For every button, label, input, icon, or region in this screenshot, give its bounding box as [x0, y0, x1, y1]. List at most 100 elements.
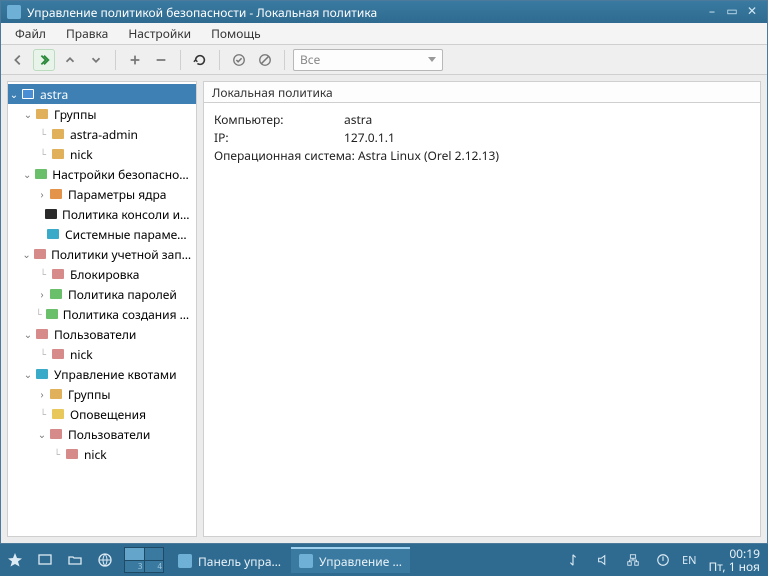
info-row-ip: IP: 127.0.1.1: [214, 129, 750, 147]
add-button[interactable]: [124, 49, 146, 71]
browser-button[interactable]: [90, 546, 120, 574]
toolbar-separator: [180, 50, 181, 70]
tree-twisty-icon[interactable]: ⌄: [22, 367, 34, 381]
tree-node[interactable]: └nick: [8, 444, 196, 464]
tree-node[interactable]: ⌄ Группы: [8, 104, 196, 124]
tree-node[interactable]: ⌄Политики учетной записи: [8, 244, 196, 264]
menu-settings[interactable]: Настройки: [118, 23, 201, 44]
toolbar: Все: [1, 45, 767, 75]
collapse-button[interactable]: [59, 49, 81, 71]
workspace-1[interactable]: [125, 548, 144, 560]
nav-forward-button[interactable]: [33, 49, 55, 71]
tree-node[interactable]: ›Параметры ядра: [8, 184, 196, 204]
maximize-button[interactable]: ▭: [723, 4, 741, 20]
task-label: Панель упра…: [198, 553, 281, 570]
tree-orange-icon: [48, 187, 64, 201]
tree-green-icon: [48, 287, 64, 301]
workspace-3[interactable]: 3: [125, 561, 144, 573]
tree-node-label: nick: [84, 446, 107, 463]
tree-connector: └: [36, 407, 50, 421]
filter-combo[interactable]: Все: [293, 49, 443, 71]
show-desktop-button[interactable]: [30, 546, 60, 574]
tree-twisty-icon[interactable]: ⌄: [22, 107, 34, 121]
nav-back-button[interactable]: [7, 49, 29, 71]
filter-combo-value: Все: [300, 51, 320, 68]
tree-twisty-icon[interactable]: ›: [36, 187, 48, 201]
tree-node-label: Группы: [54, 106, 96, 123]
expand-button[interactable]: [85, 49, 107, 71]
tree-node[interactable]: └nick: [8, 144, 196, 164]
info-row-os: Операционная система: Astra Linux (Orel …: [214, 147, 750, 165]
tree-twisty-icon[interactable]: ⌄: [36, 427, 48, 441]
workspace-2[interactable]: [145, 548, 164, 560]
toolbar-separator: [219, 50, 220, 70]
tree-node[interactable]: ›Группы: [8, 384, 196, 404]
tree-node-label: Политика консоли и ин…: [62, 206, 192, 223]
info-value: astra: [344, 111, 372, 129]
close-button[interactable]: ✕: [743, 4, 761, 20]
tree-node-label: Пользователи: [68, 426, 150, 443]
toolbar-separator: [115, 50, 116, 70]
tree-node-label: Блокировка: [70, 266, 139, 283]
menu-file[interactable]: Файл: [5, 23, 56, 44]
tree-node[interactable]: ⌄ Пользователи: [8, 424, 196, 444]
tree-node[interactable]: └astra-admin: [8, 124, 196, 144]
minimize-button[interactable]: –: [703, 4, 721, 20]
content-body: Компьютер: astra IP: 127.0.1.1 Операцион…: [203, 103, 761, 537]
tree-node-label: astra: [40, 86, 68, 103]
tree-twisty-icon[interactable]: ⌄: [8, 87, 20, 101]
tree-node[interactable]: ⌄Пользователи: [8, 324, 196, 344]
start-button[interactable]: [0, 546, 30, 574]
apply-button[interactable]: [228, 49, 250, 71]
tree-node[interactable]: └ Блокировка: [8, 264, 196, 284]
tree-twisty-icon[interactable]: ›: [36, 387, 48, 401]
tray-usb-icon[interactable]: [558, 546, 588, 574]
workspace-pager[interactable]: 3 4: [124, 547, 164, 573]
nav-tree[interactable]: ⌄astra⌄Группы└astra-admin└nick⌄Настройки…: [7, 81, 197, 537]
file-manager-button[interactable]: [60, 546, 90, 574]
tree-node[interactable]: ⌄Настройки безопасности: [8, 164, 196, 184]
tree-connector: └: [36, 127, 50, 141]
info-key: IP:: [214, 129, 344, 147]
tree-node[interactable]: └Оповещения: [8, 404, 196, 424]
task-security-policy[interactable]: Управление …: [291, 547, 410, 573]
menu-edit[interactable]: Правка: [56, 23, 118, 44]
tree-node[interactable]: Политика консоли и ин…: [8, 204, 196, 224]
tree-dark-icon: [44, 207, 58, 221]
tray-language[interactable]: EN: [678, 546, 700, 574]
tree-twisty-icon[interactable]: ⌄: [22, 327, 34, 341]
info-key: Компьютер:: [214, 111, 344, 129]
tray-network-icon[interactable]: [618, 546, 648, 574]
refresh-button[interactable]: [189, 49, 211, 71]
deny-button[interactable]: [254, 49, 276, 71]
tree-twisty-icon[interactable]: ⌄: [21, 247, 32, 261]
titlebar[interactable]: Управление политикой безопасности - Лока…: [1, 1, 767, 23]
tree-folder-icon: [34, 107, 50, 121]
tree-twisty-icon[interactable]: ⌄: [21, 167, 32, 181]
task-icon: [178, 554, 192, 568]
tray-power-icon[interactable]: [648, 546, 678, 574]
tree-node-label: nick: [70, 346, 93, 363]
tray-clock[interactable]: 00:19 Пт, 1 ноя: [700, 547, 768, 573]
task-control-panel[interactable]: Панель упра…: [170, 547, 289, 573]
tray-volume-icon[interactable]: [588, 546, 618, 574]
tree-connector: └: [36, 267, 50, 281]
tree-node[interactable]: └Политика создания пол…: [8, 304, 196, 324]
tree-user-icon: [32, 247, 47, 261]
app-window: Управление политикой безопасности - Лока…: [0, 0, 768, 544]
tree-node[interactable]: └nick: [8, 344, 196, 364]
tree-twisty-icon[interactable]: ›: [36, 287, 48, 301]
workspace-4[interactable]: 4: [145, 561, 164, 573]
tree-node[interactable]: Системные параметры: [8, 224, 196, 244]
menu-help[interactable]: Помощь: [201, 23, 271, 44]
tree-node-label: Системные параметры: [65, 226, 192, 243]
tree-node[interactable]: ⌄Управление квотами: [8, 364, 196, 384]
tree-user-icon: [34, 327, 50, 341]
tree-user-icon: [48, 427, 64, 441]
toolbar-separator: [284, 50, 285, 70]
remove-button[interactable]: [150, 49, 172, 71]
tree-connector: └: [36, 147, 50, 161]
tree-node[interactable]: ›Политика паролей: [8, 284, 196, 304]
content-pane: Локальная политика Компьютер: astra IP: …: [203, 81, 761, 537]
tree-node[interactable]: ⌄ astra: [8, 84, 196, 104]
